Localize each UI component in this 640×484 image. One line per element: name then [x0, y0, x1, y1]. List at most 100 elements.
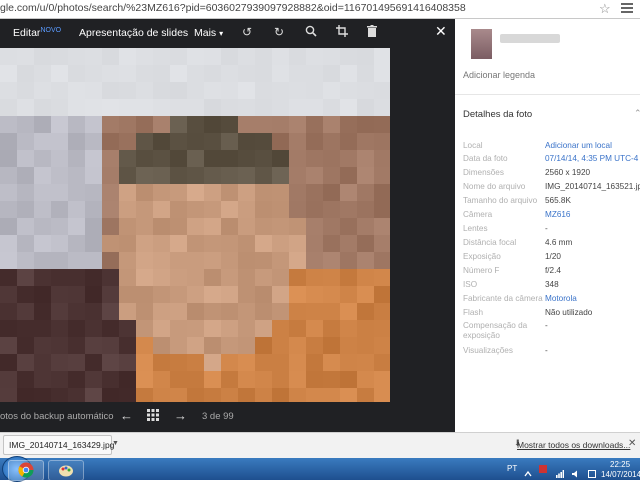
photo-pixel: [34, 218, 51, 235]
photo-pixel: [102, 116, 119, 133]
photo-pixel: [119, 116, 136, 133]
photo-image[interactable]: [0, 48, 390, 402]
detail-value: 4.6 mm: [545, 238, 573, 247]
clock-time[interactable]: 22:25: [610, 460, 630, 469]
photo-pixel: [238, 116, 255, 133]
trash-icon[interactable]: [367, 25, 377, 40]
photo-pixel: [374, 388, 390, 402]
tray-chevron-icon[interactable]: [524, 465, 532, 477]
url-text[interactable]: gle.com/u/0/photos/search/%23MZ616?pid=6…: [0, 2, 590, 14]
photo-pixel: [204, 320, 221, 337]
tray-app-icon[interactable]: [588, 465, 596, 478]
viewer-toolbar: EditarNOVO Apresentação de slides Mais ▾…: [0, 19, 455, 47]
address-bar[interactable]: gle.com/u/0/photos/search/%23MZ616?pid=6…: [0, 0, 640, 19]
photo-pixel: [170, 133, 187, 150]
photo-pixel: [136, 371, 153, 388]
close-icon[interactable]: ✕: [435, 23, 447, 40]
photo-pixel: [323, 269, 340, 286]
browser-menu-icon[interactable]: [621, 3, 633, 13]
photo-pixel: [51, 99, 68, 116]
crop-icon[interactable]: [336, 25, 348, 40]
photo-pixel: [204, 116, 221, 133]
photo-pixel: [357, 371, 374, 388]
detail-value[interactable]: Adicionar um local: [545, 141, 612, 151]
photo-pixel: [153, 48, 170, 65]
clock-date[interactable]: 14/07/2014: [601, 470, 640, 479]
photo-pixel: [17, 48, 34, 65]
photo-pixel: [340, 286, 357, 303]
photo-pixel: [187, 218, 204, 235]
photo-pixel: [85, 184, 102, 201]
photo-pixel: [340, 184, 357, 201]
photo-pixel: [187, 354, 204, 371]
photo-pixel: [51, 337, 68, 354]
photo-pixel: [68, 218, 85, 235]
photo-pixel: [68, 167, 85, 184]
photo-pixel: [136, 167, 153, 184]
next-arrow-icon[interactable]: →: [174, 408, 187, 423]
add-caption-field[interactable]: Adicionar legenda: [463, 70, 535, 80]
detail-value[interactable]: 07/14/14, 4:35 PM UTC-4: [545, 154, 638, 164]
collapse-chevron-icon[interactable]: ⌃: [634, 108, 640, 119]
photo-pixel: [153, 354, 170, 371]
tray-network-icon[interactable]: [556, 465, 564, 478]
photo-pixel: [272, 65, 289, 82]
tray-volume-icon[interactable]: [572, 465, 580, 478]
photo-pixel: [204, 150, 221, 167]
chrome-taskbar-button[interactable]: [8, 460, 44, 481]
detail-value[interactable]: MZ616: [545, 210, 570, 220]
bookmark-star-icon[interactable]: ☆: [599, 1, 611, 17]
detail-label: ISO: [463, 280, 478, 289]
edit-label: Editar: [13, 27, 41, 39]
previous-arrow-icon[interactable]: ←: [120, 408, 133, 423]
photo-pixel: [323, 337, 340, 354]
photo-position: 3 de 99: [202, 411, 234, 422]
photo-pixel: [187, 320, 204, 337]
photo-pixel: [170, 167, 187, 184]
grid-icon[interactable]: [147, 409, 159, 424]
chevron-down-icon[interactable]: ▼: [112, 440, 119, 447]
photo-pixel: [255, 99, 272, 116]
rotate-left-icon[interactable]: ↺: [242, 25, 252, 39]
photo-pixel: [306, 286, 323, 303]
photo-pixel: [255, 303, 272, 320]
photo-pixel: [323, 184, 340, 201]
zoom-icon[interactable]: [305, 25, 317, 40]
photo-pixel: [204, 371, 221, 388]
photo-pixel: [119, 201, 136, 218]
photo-pixel: [289, 65, 306, 82]
detail-value[interactable]: Motorola: [545, 294, 577, 304]
tray-flag-icon[interactable]: [539, 465, 547, 473]
owner-name-blurred[interactable]: [500, 34, 560, 43]
photo-pixel: [102, 65, 119, 82]
photo-pixel: [51, 48, 68, 65]
photo-pixel: [221, 354, 238, 371]
edit-button[interactable]: EditarNOVO: [13, 27, 61, 39]
photo-pixel: [357, 184, 374, 201]
avatar[interactable]: [471, 29, 492, 59]
photo-pixel: [374, 65, 390, 82]
more-button[interactable]: Mais ▾: [194, 27, 223, 39]
photo-pixel: [289, 150, 306, 167]
show-all-downloads-link[interactable]: Mostrar todos os downloads...: [517, 440, 630, 450]
photo-pixel: [255, 286, 272, 303]
photo-pixel: [170, 320, 187, 337]
photo-pixel: [357, 133, 374, 150]
photo-pixel: [221, 371, 238, 388]
photo-pixel: [85, 388, 102, 402]
photo-pixel: [323, 388, 340, 402]
photo-pixel: [289, 82, 306, 99]
photo-pixel: [272, 201, 289, 218]
photo-pixel: [374, 218, 390, 235]
language-indicator[interactable]: PT: [507, 464, 517, 473]
photo-pixel: [255, 116, 272, 133]
photo-pixel: [170, 48, 187, 65]
close-icon[interactable]: ✕: [628, 438, 636, 449]
rotate-right-icon[interactable]: ↻: [274, 25, 284, 39]
paint-taskbar-button[interactable]: [48, 460, 84, 481]
slideshow-button[interactable]: Apresentação de slides: [79, 27, 188, 39]
album-label[interactable]: otos do backup automático: [0, 411, 114, 422]
photo-pixel: [221, 184, 238, 201]
download-file-name[interactable]: IMG_20140714_163429.jpg: [9, 440, 114, 450]
photo-pixel: [306, 252, 323, 269]
